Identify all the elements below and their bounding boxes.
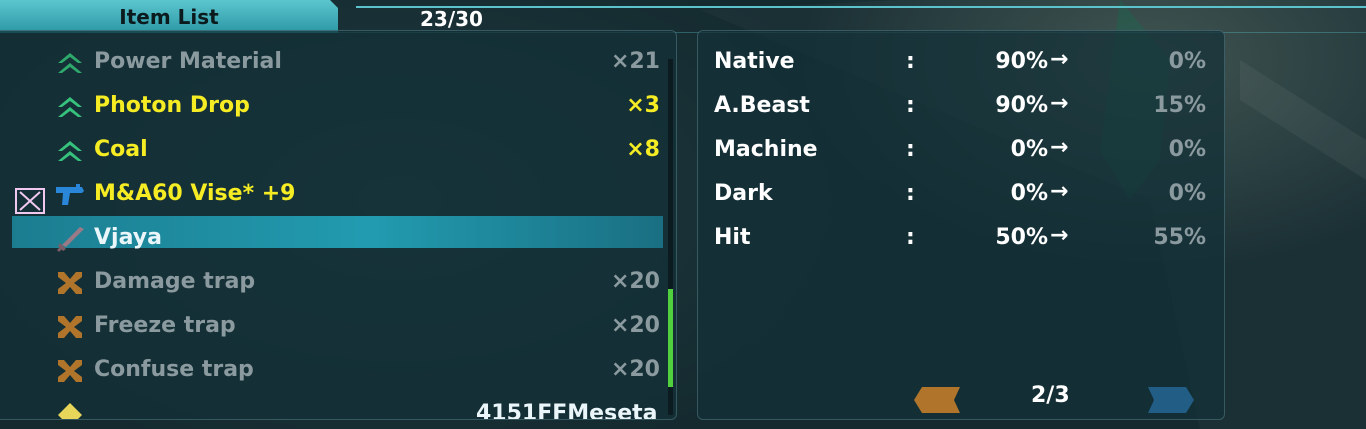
item-name: M&A60 Vise* +9 [94, 181, 296, 206]
trap-x-icon [58, 360, 82, 382]
sword-icon [57, 227, 84, 252]
list-item-selected[interactable]: Vjaya [0, 219, 664, 259]
stat-colon: : [906, 181, 915, 206]
header-divider [356, 6, 1366, 8]
stat-next: 0% [1168, 49, 1206, 74]
list-item[interactable]: Confuse trap ×20 [0, 351, 664, 391]
stat-row-dark: Dark : 0% → 0% [698, 177, 1224, 217]
list-item[interactable]: Photon Drop ×3 [0, 87, 664, 127]
stat-current: 0% [1010, 181, 1048, 206]
scrollbar-thumb[interactable] [668, 289, 673, 387]
item-name: Damage trap [94, 269, 256, 294]
selection-cursor-icon [15, 188, 45, 214]
item-name: Photon Drop [94, 93, 250, 118]
inventory-count: 23/30 [420, 7, 483, 31]
right-arrow-icon: → [1050, 135, 1069, 160]
right-arrow-icon: → [1050, 47, 1069, 72]
stat-label: A.Beast [714, 93, 810, 118]
item-name: Confuse trap [94, 357, 254, 382]
list-item[interactable]: 4151FFMeseta [0, 395, 664, 420]
stat-next: 0% [1168, 137, 1206, 162]
right-arrow-icon: → [1050, 223, 1069, 248]
item-name: Coal [94, 137, 148, 162]
item-quantity: ×3 [626, 93, 660, 118]
item-list-tab[interactable]: Item List [0, 0, 338, 33]
list-item[interactable]: Power Material ×21 [0, 43, 664, 83]
stat-label: Native [714, 49, 795, 74]
stat-next: 15% [1153, 93, 1206, 118]
chevron-up-double-icon [58, 53, 82, 73]
item-quantity: ×21 [610, 49, 660, 74]
stat-next: 55% [1153, 225, 1206, 250]
item-quantity: ×20 [610, 269, 660, 294]
item-list-panel: Power Material ×21 Photon Drop ×3 Coal ×… [0, 30, 677, 420]
stat-row-native: Native : 90% → 0% [698, 45, 1224, 85]
prev-page-button[interactable] [914, 387, 960, 413]
stat-current: 90% [995, 49, 1048, 74]
stat-label: Hit [714, 225, 751, 250]
item-name: Freeze trap [94, 313, 236, 338]
page-indicator: 2/3 [1031, 383, 1070, 408]
right-arrow-icon: → [1050, 179, 1069, 204]
stat-label: Dark [714, 181, 773, 206]
chevron-up-double-icon [58, 97, 82, 117]
stat-colon: : [906, 49, 915, 74]
stat-row-a-beast: A.Beast : 90% → 15% [698, 89, 1224, 129]
stat-row-machine: Machine : 0% → 0% [698, 133, 1224, 173]
list-item[interactable]: Coal ×8 [0, 131, 664, 171]
meseta-icon [58, 403, 82, 419]
item-quantity: ×20 [610, 357, 660, 382]
right-arrow-icon: → [1050, 91, 1069, 116]
handgun-icon [56, 184, 84, 205]
item-name: 4151FFMeseta [476, 401, 658, 420]
stat-next: 0% [1168, 181, 1206, 206]
stat-label: Machine [714, 137, 818, 162]
next-page-button[interactable] [1148, 387, 1194, 413]
stat-colon: : [906, 93, 915, 118]
list-item[interactable]: Damage trap ×20 [0, 263, 664, 303]
stat-current: 90% [995, 93, 1048, 118]
stat-row-hit: Hit : 50% → 55% [698, 221, 1224, 261]
attribute-stats-panel: Native : 90% → 0% A.Beast : 90% → 15% Ma… [697, 30, 1225, 420]
list-item[interactable]: M&A60 Vise* +9 [0, 175, 664, 215]
trap-x-icon [58, 316, 82, 338]
item-name: Power Material [94, 49, 282, 74]
item-quantity: ×20 [610, 313, 660, 338]
list-item[interactable]: Freeze trap ×20 [0, 307, 664, 347]
item-list-title: Item List [119, 4, 219, 29]
stat-colon: : [906, 225, 915, 250]
stat-current: 50% [995, 225, 1048, 250]
stat-current: 0% [1010, 137, 1048, 162]
item-quantity: ×8 [626, 137, 660, 162]
item-name: Vjaya [94, 225, 162, 250]
trap-x-icon [58, 272, 82, 294]
chevron-up-double-icon [58, 141, 82, 161]
stat-colon: : [906, 137, 915, 162]
